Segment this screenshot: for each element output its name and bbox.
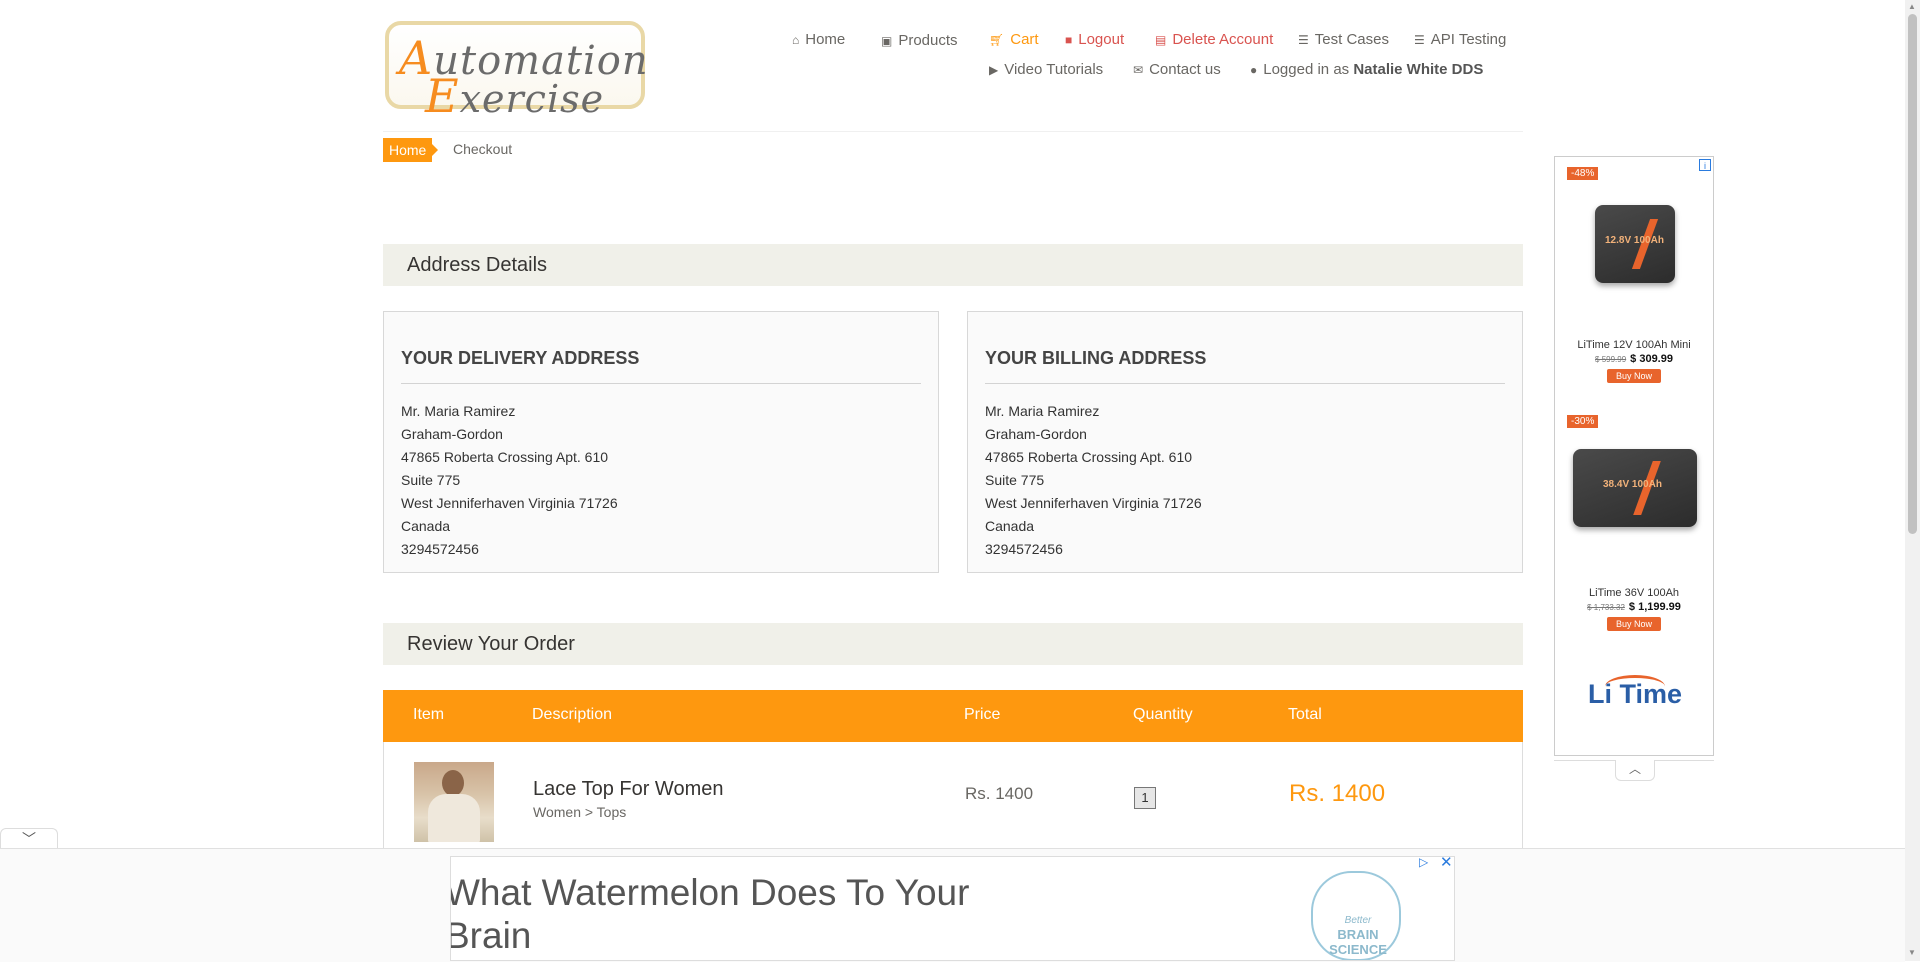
envelope-icon: ✉: [1133, 63, 1144, 77]
product-total: Rs. 1400: [1289, 780, 1386, 807]
delivery-name: Mr. Maria Ramirez: [401, 403, 516, 419]
ad-buy-now-button[interactable]: Buy Now: [1607, 617, 1661, 631]
collapse-bottom-ad-button[interactable]: ﹀: [0, 828, 58, 849]
battery-product-image[interactable]: 38.4V 100Ah: [1573, 449, 1697, 527]
billing-address1: 47865 Roberta Crossing Apt. 610: [985, 449, 1193, 465]
list-icon: ☰: [1414, 33, 1425, 47]
nav-contact-us-link[interactable]: ✉ Contact us: [1133, 61, 1221, 78]
page-scrollbar[interactable]: ▲ ▼: [1905, 0, 1920, 961]
site-logo[interactable]: Automation Exercise: [385, 21, 648, 123]
chevron-up-icon: ︿: [1628, 762, 1641, 776]
billing-address2: Suite 775: [985, 472, 1045, 488]
bottom-advertisement[interactable]: What Watermelon Does To Your Brain Bette…: [450, 856, 1455, 961]
nav-home-link[interactable]: ⌂ Home: [792, 31, 845, 48]
ad-close-icon[interactable]: ✕: [1440, 853, 1453, 871]
ad-product-price: $ 1,733.32 $ 1,199.99: [1587, 601, 1681, 613]
delivery-address-heading: Your delivery address: [401, 348, 921, 384]
product-price: Rs. 1400: [965, 784, 1034, 803]
order-table-header: Item Description Price Quantity Total: [383, 690, 1523, 742]
column-total: Total: [1288, 706, 1322, 723]
address-details-heading: Address Details: [383, 244, 1523, 286]
breadcrumb-current: Checkout: [453, 141, 513, 157]
delivery-phone: 3294572456: [401, 541, 479, 557]
user-icon: ●: [1250, 63, 1258, 77]
list-icon: ☰: [1298, 33, 1309, 47]
battery-product-image[interactable]: 12.8V 100Ah: [1595, 205, 1675, 283]
billing-address-box: Your billing address Mr. Maria Ramirez G…: [967, 311, 1523, 573]
billing-city-state-zip: West Jenniferhaven Virginia 71726: [985, 495, 1202, 511]
breadcrumb-home-link[interactable]: Home: [383, 138, 439, 162]
delivery-address1: 47865 Roberta Crossing Apt. 610: [401, 449, 609, 465]
ad-info-icon[interactable]: i: [1699, 159, 1711, 171]
nav-cart-link[interactable]: 🛒︎ Cart: [989, 31, 1039, 48]
youtube-icon: ▶: [989, 63, 999, 77]
logged-in-indicator: ● Logged in as Natalie White DDS: [1250, 61, 1484, 78]
product-name-link[interactable]: Lace Top For Women: [533, 778, 723, 801]
product-image[interactable]: [414, 762, 494, 842]
column-price: Price: [964, 706, 1001, 723]
trash-icon: ▤: [1155, 33, 1167, 47]
nav-delete-account-link[interactable]: ▤ Delete Account: [1155, 31, 1273, 48]
scroll-down-icon[interactable]: ▼: [1908, 948, 1916, 957]
delivery-address2: Suite 775: [401, 472, 461, 488]
logo-line-2: Exercise: [425, 69, 605, 123]
column-item: Item: [413, 706, 445, 723]
lock-icon: ■: [1065, 33, 1073, 47]
collapse-ad-button[interactable]: ︿: [1615, 760, 1655, 781]
scroll-up-icon[interactable]: ▲: [1908, 2, 1916, 11]
column-quantity: Quantity: [1133, 706, 1193, 723]
ad-product-title[interactable]: LiTime 36V 100Ah: [1555, 587, 1713, 599]
billing-country: Canada: [985, 518, 1035, 534]
product-quantity: 1: [1134, 787, 1156, 809]
home-icon: ⌂: [792, 33, 800, 47]
ad-product-price: $ 599.99 $ 309.99: [1595, 353, 1673, 365]
review-order-heading: Review Your Order: [383, 623, 1523, 665]
delivery-country: Canada: [401, 518, 451, 534]
nav-products-link[interactable]: ▣ Products: [881, 32, 958, 49]
ad-discount-badge: -48%: [1567, 167, 1599, 180]
ad-discount-badge: -30%: [1567, 415, 1599, 428]
table-row: Lace Top For Women Women > Tops Rs. 1400…: [383, 742, 1523, 852]
scrollbar-thumb[interactable]: [1908, 14, 1917, 534]
ad-headline[interactable]: What Watermelon Does To Your Brain: [451, 871, 1005, 957]
product-category: Women > Tops: [533, 804, 627, 820]
nav-test-cases-link[interactable]: ☰ Test Cases: [1298, 31, 1389, 48]
ad-buy-now-button[interactable]: Buy Now: [1607, 369, 1661, 383]
brain-science-logo: Better BRAIN SCIENCE: [1311, 871, 1401, 960]
briefcase-icon: ▣: [881, 34, 893, 48]
billing-company: Graham-Gordon: [985, 426, 1087, 442]
logged-in-username: Natalie White DDS: [1353, 61, 1484, 78]
nav-logout-link[interactable]: ■ Logout: [1065, 31, 1124, 48]
litime-brand-logo[interactable]: Li Time: [1585, 675, 1685, 719]
billing-address-heading: Your billing address: [985, 348, 1505, 384]
billing-phone: 3294572456: [985, 541, 1063, 557]
delivery-company: Graham-Gordon: [401, 426, 503, 442]
delivery-city-state-zip: West Jenniferhaven Virginia 71726: [401, 495, 618, 511]
column-description: Description: [532, 706, 613, 723]
billing-name: Mr. Maria Ramirez: [985, 403, 1100, 419]
ad-choices-icon[interactable]: ▷: [1419, 855, 1428, 869]
header-divider: [383, 131, 1523, 132]
cart-icon: 🛒︎: [989, 33, 1005, 47]
side-advertisement[interactable]: i -48% 12.8V 100Ah LiTime 12V 100Ah Mini…: [1554, 156, 1714, 756]
nav-api-testing-link[interactable]: ☰ API Testing: [1414, 31, 1506, 48]
ad-product-title[interactable]: LiTime 12V 100Ah Mini: [1555, 339, 1713, 351]
nav-video-tutorials-link[interactable]: ▶ Video Tutorials: [989, 61, 1103, 78]
chevron-down-icon: ﹀: [22, 831, 36, 847]
delivery-address-box: Your delivery address Mr. Maria Ramirez …: [383, 311, 939, 573]
